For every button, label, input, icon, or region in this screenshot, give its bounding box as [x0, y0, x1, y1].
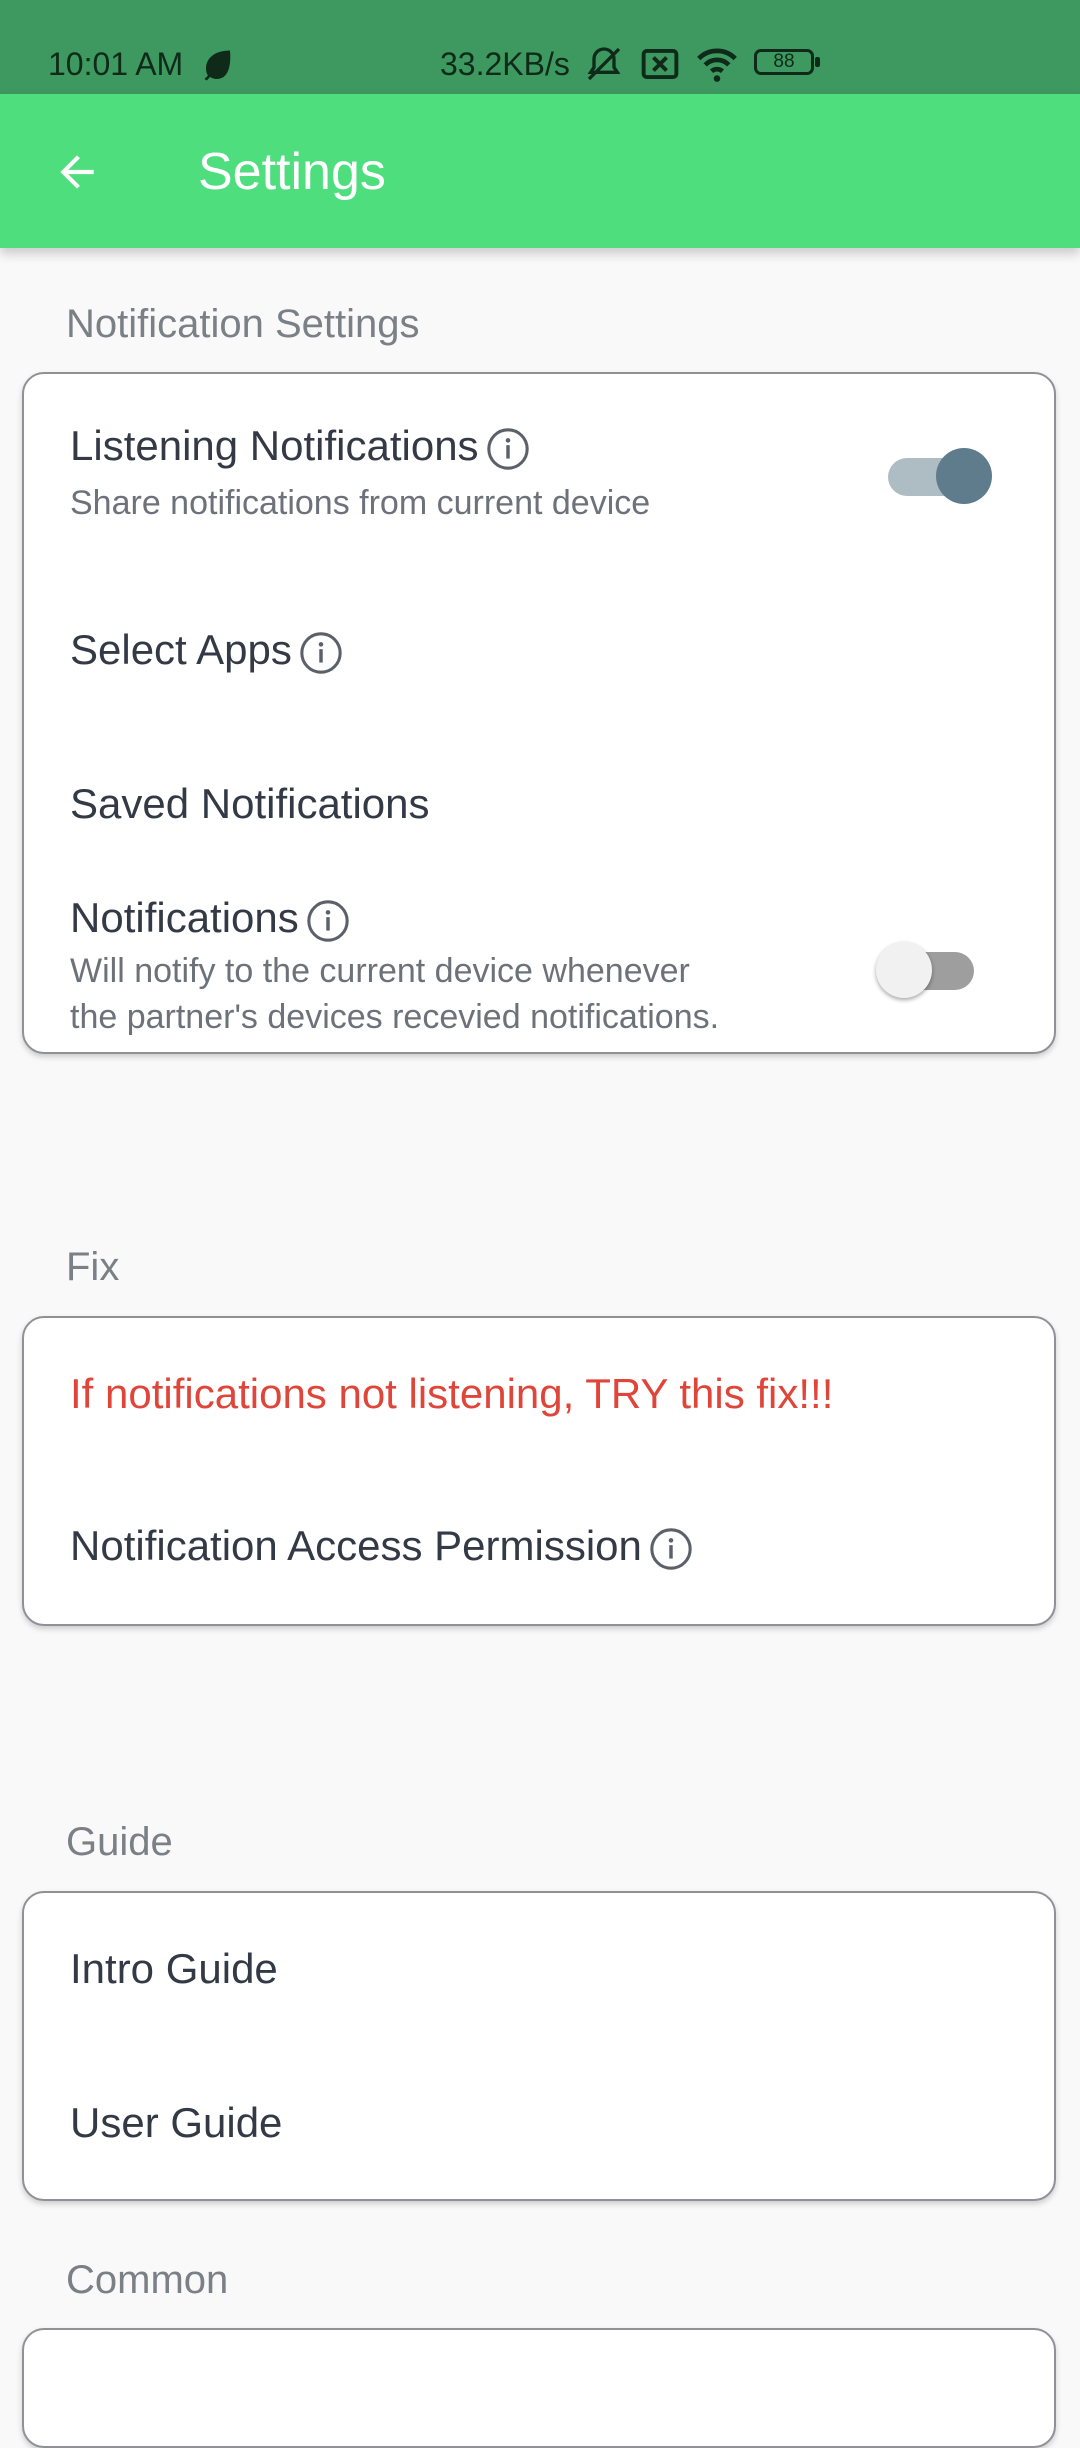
status-bar: 10:01 AM 33.2KB/s 88: [0, 0, 1080, 94]
common-card: [22, 2328, 1056, 2448]
notification-settings-card: Listening Notifications Share notificati…: [22, 372, 1056, 1054]
notification-access-permission-label: Notification Access Permission: [70, 1522, 642, 1569]
battery-level: 88: [773, 51, 795, 72]
notifications-subtitle-line1: Will notify to the current device whenev…: [70, 952, 690, 990]
section-title-guide: Guide: [66, 1820, 173, 1864]
arrow-left-icon[interactable]: [52, 147, 102, 197]
section-title-common: Common: [66, 2258, 229, 2302]
notifications-toggle[interactable]: [876, 934, 986, 1004]
fix-link[interactable]: If notifications not listening, TRY this…: [70, 1370, 833, 1418]
select-apps-label: Select Apps: [70, 626, 292, 673]
status-time: 10:01 AM: [48, 46, 184, 82]
info-icon[interactable]: [298, 630, 344, 676]
sim-off-icon: [641, 48, 679, 80]
toggle-knob: [936, 448, 992, 504]
network-speed: 33.2KB/s: [440, 46, 570, 82]
battery-icon: 88: [754, 49, 822, 79]
notifications-label: Notifications: [70, 894, 299, 941]
user-guide-item[interactable]: User Guide: [70, 2099, 282, 2147]
mute-icon: [587, 47, 621, 81]
toggle-knob: [876, 942, 932, 998]
section-title-notification: Notification Settings: [66, 302, 420, 346]
info-icon[interactable]: [648, 1526, 694, 1572]
notifications-subtitle-line2: the partner's devices recevied notificat…: [70, 998, 720, 1036]
wifi-icon: [697, 48, 737, 82]
intro-guide-item[interactable]: Intro Guide: [70, 1945, 278, 1993]
app-bar: Settings: [0, 94, 1080, 248]
fix-card: If notifications not listening, TRY this…: [22, 1316, 1056, 1626]
leaf-icon: [204, 50, 231, 81]
info-icon[interactable]: [305, 898, 351, 944]
status-icons: 88: [582, 44, 822, 84]
page-title: Settings: [198, 143, 386, 201]
listening-notifications-label: Listening Notifications: [70, 422, 479, 469]
info-icon[interactable]: [485, 426, 531, 472]
guide-card: Intro Guide User Guide: [22, 1891, 1056, 2201]
saved-notifications-label: Saved Notifications: [70, 780, 430, 827]
section-title-fix: Fix: [66, 1245, 120, 1289]
listening-notifications-toggle[interactable]: [882, 440, 992, 510]
listening-notifications-subtitle: Share notifications from current device: [70, 484, 651, 522]
